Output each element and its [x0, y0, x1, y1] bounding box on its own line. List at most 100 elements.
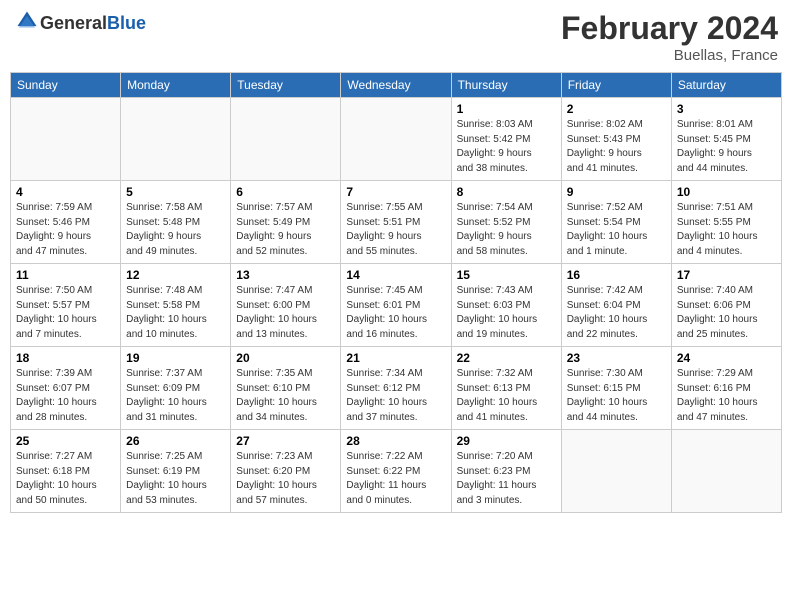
- day-number: 10: [677, 185, 776, 199]
- day-info: Sunrise: 7:57 AM Sunset: 5:49 PM Dayligh…: [236, 201, 335, 259]
- calendar-header-row: SundayMondayTuesdayWednesdayThursdayFrid…: [11, 73, 782, 98]
- calendar-day-cell: 4 Sunrise: 7:59 AM Sunset: 5:46 PM Daylig…: [11, 181, 121, 264]
- calendar-day-cell: 23 Sunrise: 7:30 AM Sunset: 6:15 PM Dayli…: [561, 347, 671, 430]
- day-info: Sunrise: 7:35 AM Sunset: 6:10 PM Dayligh…: [236, 367, 335, 425]
- calendar-day-cell: 16Sunrise: 7:42 AM Sunset: 6:04 PM Dayli…: [561, 264, 671, 347]
- calendar-day-cell: [231, 98, 341, 181]
- day-number: 14: [346, 268, 445, 282]
- day-info: Sunrise: 7:40 AM Sunset: 6:06 PM Dayligh…: [677, 284, 776, 342]
- calendar-table: SundayMondayTuesdayWednesdayThursdayFrid…: [10, 72, 782, 513]
- calendar-day-cell: 13 Sunrise: 7:47 AM Sunset: 6:00 PM Dayli…: [231, 264, 341, 347]
- calendar-day-cell: 15Sunrise: 7:43 AM Sunset: 6:03 PM Dayli…: [451, 264, 561, 347]
- day-number: 4: [16, 185, 115, 199]
- day-info: Sunrise: 7:20 AM Sunset: 6:23 PM Dayligh…: [457, 450, 556, 508]
- weekday-header: Monday: [121, 73, 231, 98]
- day-number: 18: [16, 351, 115, 365]
- weekday-header: Friday: [561, 73, 671, 98]
- day-info: Sunrise: 7:22 AM Sunset: 6:22 PM Dayligh…: [346, 450, 445, 508]
- day-info: Sunrise: 8:01 AM Sunset: 5:45 PM Dayligh…: [677, 118, 776, 176]
- calendar-day-cell: 28 Sunrise: 7:22 AM Sunset: 6:22 PM Dayli…: [341, 430, 451, 513]
- day-number: 26: [126, 434, 225, 448]
- day-number: 12: [126, 268, 225, 282]
- month-title: February 2024: [561, 10, 778, 47]
- calendar-week-row: 4 Sunrise: 7:59 AM Sunset: 5:46 PM Daylig…: [11, 181, 782, 264]
- day-info: Sunrise: 7:55 AM Sunset: 5:51 PM Dayligh…: [346, 201, 445, 259]
- calendar-day-cell: 9 Sunrise: 7:52 AM Sunset: 5:54 PM Daylig…: [561, 181, 671, 264]
- day-info: Sunrise: 8:03 AM Sunset: 5:42 PM Dayligh…: [457, 118, 556, 176]
- calendar-day-cell: 11 Sunrise: 7:50 AM Sunset: 5:57 PM Dayli…: [11, 264, 121, 347]
- day-info: Sunrise: 7:45 AM Sunset: 6:01 PM Dayligh…: [346, 284, 445, 342]
- day-number: 13: [236, 268, 335, 282]
- day-number: 28: [346, 434, 445, 448]
- logo-icon: [16, 10, 38, 32]
- day-info: Sunrise: 7:25 AM Sunset: 6:19 PM Dayligh…: [126, 450, 225, 508]
- calendar-day-cell: 26 Sunrise: 7:25 AM Sunset: 6:19 PM Dayli…: [121, 430, 231, 513]
- day-info: Sunrise: 7:58 AM Sunset: 5:48 PM Dayligh…: [126, 201, 225, 259]
- day-number: 20: [236, 351, 335, 365]
- day-number: 2: [567, 102, 666, 116]
- day-number: 22: [457, 351, 556, 365]
- day-number: 9: [567, 185, 666, 199]
- calendar-day-cell: 22Sunrise: 7:32 AM Sunset: 6:13 PM Dayli…: [451, 347, 561, 430]
- weekday-header: Tuesday: [231, 73, 341, 98]
- day-number: 8: [457, 185, 556, 199]
- day-number: 6: [236, 185, 335, 199]
- logo-blue-text: Blue: [107, 14, 146, 34]
- calendar-day-cell: 7Sunrise: 7:55 AM Sunset: 5:51 PM Daylig…: [341, 181, 451, 264]
- calendar-day-cell: 5 Sunrise: 7:58 AM Sunset: 5:48 PM Daylig…: [121, 181, 231, 264]
- weekday-header: Wednesday: [341, 73, 451, 98]
- calendar-week-row: 18 Sunrise: 7:39 AM Sunset: 6:07 PM Dayli…: [11, 347, 782, 430]
- day-number: 1: [457, 102, 556, 116]
- calendar-day-cell: 17Sunrise: 7:40 AM Sunset: 6:06 PM Dayli…: [671, 264, 781, 347]
- calendar-day-cell: 8 Sunrise: 7:54 AM Sunset: 5:52 PM Daylig…: [451, 181, 561, 264]
- day-info: Sunrise: 8:02 AM Sunset: 5:43 PM Dayligh…: [567, 118, 666, 176]
- calendar-day-cell: 29 Sunrise: 7:20 AM Sunset: 6:23 PM Dayli…: [451, 430, 561, 513]
- title-block: February 2024 Buellas, France: [561, 10, 778, 64]
- day-number: 19: [126, 351, 225, 365]
- day-number: 5: [126, 185, 225, 199]
- calendar-day-cell: [561, 430, 671, 513]
- day-number: 15: [457, 268, 556, 282]
- day-info: Sunrise: 7:47 AM Sunset: 6:00 PM Dayligh…: [236, 284, 335, 342]
- day-number: 23: [567, 351, 666, 365]
- day-info: Sunrise: 7:59 AM Sunset: 5:46 PM Dayligh…: [16, 201, 115, 259]
- calendar-day-cell: 24 Sunrise: 7:29 AM Sunset: 6:16 PM Dayli…: [671, 347, 781, 430]
- day-number: 25: [16, 434, 115, 448]
- page-header: General Blue February 2024 Buellas, Fran…: [10, 10, 782, 64]
- calendar-day-cell: [671, 430, 781, 513]
- day-number: 29: [457, 434, 556, 448]
- weekday-header: Sunday: [11, 73, 121, 98]
- day-info: Sunrise: 7:50 AM Sunset: 5:57 PM Dayligh…: [16, 284, 115, 342]
- calendar-day-cell: [11, 98, 121, 181]
- day-info: Sunrise: 7:27 AM Sunset: 6:18 PM Dayligh…: [16, 450, 115, 508]
- calendar-day-cell: 19Sunrise: 7:37 AM Sunset: 6:09 PM Dayli…: [121, 347, 231, 430]
- day-info: Sunrise: 7:51 AM Sunset: 5:55 PM Dayligh…: [677, 201, 776, 259]
- calendar-week-row: 11 Sunrise: 7:50 AM Sunset: 5:57 PM Dayli…: [11, 264, 782, 347]
- calendar-day-cell: 14 Sunrise: 7:45 AM Sunset: 6:01 PM Dayli…: [341, 264, 451, 347]
- day-number: 11: [16, 268, 115, 282]
- day-info: Sunrise: 7:52 AM Sunset: 5:54 PM Dayligh…: [567, 201, 666, 259]
- day-info: Sunrise: 7:23 AM Sunset: 6:20 PM Dayligh…: [236, 450, 335, 508]
- calendar-day-cell: 12Sunrise: 7:48 AM Sunset: 5:58 PM Dayli…: [121, 264, 231, 347]
- logo-general-text: General: [40, 14, 107, 34]
- calendar-day-cell: [121, 98, 231, 181]
- day-number: 16: [567, 268, 666, 282]
- weekday-header: Thursday: [451, 73, 561, 98]
- calendar-day-cell: 25 Sunrise: 7:27 AM Sunset: 6:18 PM Dayli…: [11, 430, 121, 513]
- day-number: 24: [677, 351, 776, 365]
- day-info: Sunrise: 7:30 AM Sunset: 6:15 PM Dayligh…: [567, 367, 666, 425]
- calendar-day-cell: 18 Sunrise: 7:39 AM Sunset: 6:07 PM Dayli…: [11, 347, 121, 430]
- day-number: 3: [677, 102, 776, 116]
- calendar-day-cell: 3 Sunrise: 8:01 AM Sunset: 5:45 PM Daylig…: [671, 98, 781, 181]
- day-info: Sunrise: 7:29 AM Sunset: 6:16 PM Dayligh…: [677, 367, 776, 425]
- calendar-day-cell: 1 Sunrise: 8:03 AM Sunset: 5:42 PM Daylig…: [451, 98, 561, 181]
- calendar-day-cell: 10 Sunrise: 7:51 AM Sunset: 5:55 PM Dayli…: [671, 181, 781, 264]
- calendar-day-cell: 20 Sunrise: 7:35 AM Sunset: 6:10 PM Dayli…: [231, 347, 341, 430]
- day-number: 21: [346, 351, 445, 365]
- weekday-header: Saturday: [671, 73, 781, 98]
- day-info: Sunrise: 7:54 AM Sunset: 5:52 PM Dayligh…: [457, 201, 556, 259]
- calendar-day-cell: 6 Sunrise: 7:57 AM Sunset: 5:49 PM Daylig…: [231, 181, 341, 264]
- calendar-day-cell: 2 Sunrise: 8:02 AM Sunset: 5:43 PM Daylig…: [561, 98, 671, 181]
- logo: General Blue: [14, 10, 146, 37]
- day-info: Sunrise: 7:39 AM Sunset: 6:07 PM Dayligh…: [16, 367, 115, 425]
